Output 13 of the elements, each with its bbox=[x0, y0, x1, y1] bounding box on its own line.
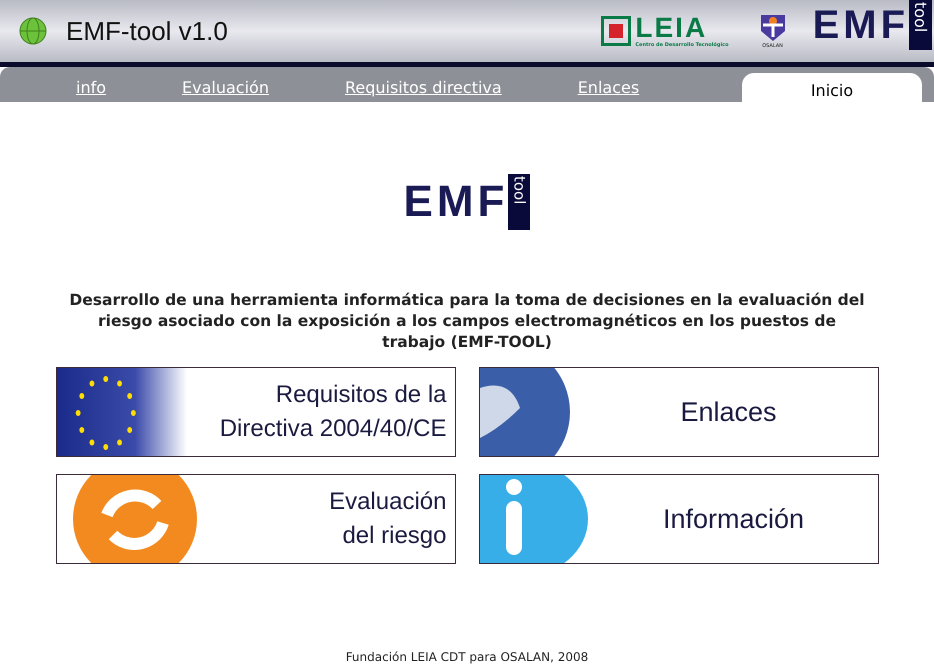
nav-tab[interactable]: Inicio bbox=[742, 73, 922, 102]
eu-flag-icon bbox=[56, 368, 186, 456]
menu-card[interactable]: Evaluación del riesgo bbox=[56, 474, 456, 564]
info-icon bbox=[480, 475, 590, 563]
footer-text: Fundación LEIA CDT para OSALAN, 2008 bbox=[346, 650, 588, 664]
globe-icon bbox=[18, 16, 48, 46]
menu-card[interactable]: Enlaces bbox=[478, 367, 878, 457]
emf-tool-logo: EMF tool bbox=[812, 0, 932, 50]
menu-card[interactable]: Requisitos de la Directiva 2004/40/CE bbox=[56, 367, 456, 457]
window-title: EMF-tool v1.0 bbox=[66, 16, 228, 46]
intro-heading: Desarrollo de una herramienta informática para la toma de decisiones en la evaluación del riesgo asociado con la exposición a los campos electromagnéticos en los puestos de trabajo (EMF-TOOL) bbox=[68, 290, 866, 353]
emf-tool-logo: EMF tool bbox=[404, 174, 530, 230]
menu-card[interactable]: Información bbox=[478, 474, 878, 564]
